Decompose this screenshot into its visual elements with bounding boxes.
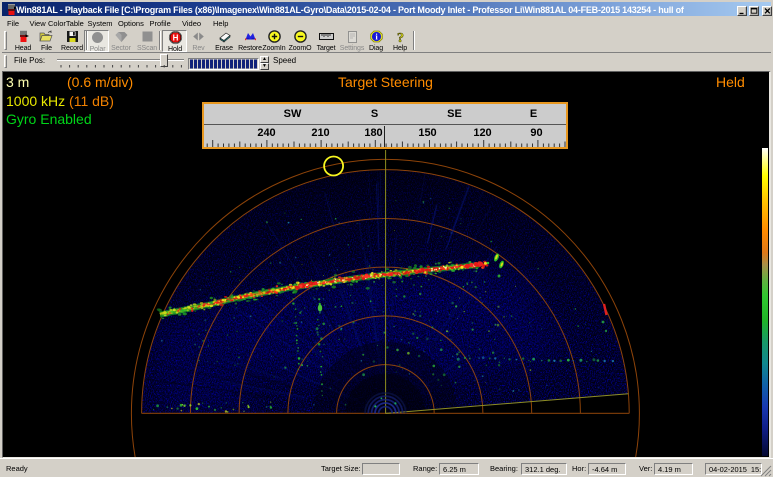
svg-text:H: H — [172, 33, 178, 42]
svg-text:?: ? — [397, 31, 404, 44]
